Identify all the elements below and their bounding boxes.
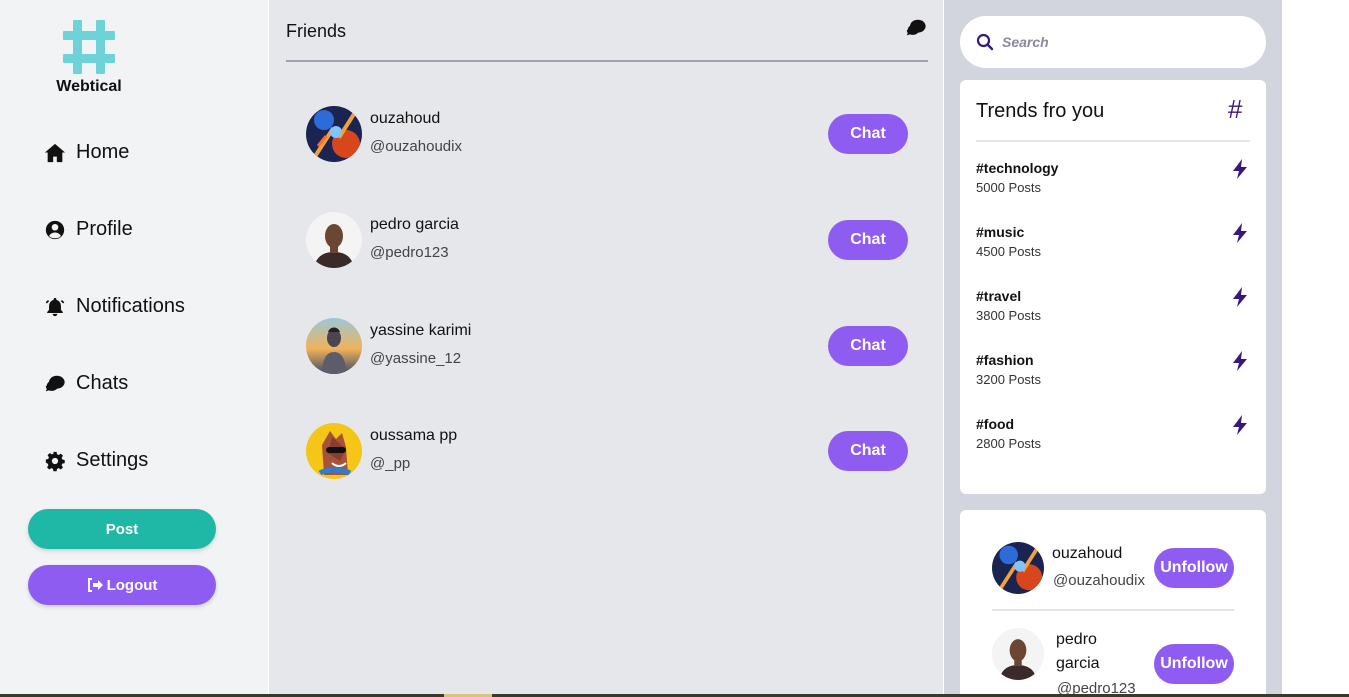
lightning-icon (1233, 415, 1247, 435)
friend-name: ouzahoud (370, 110, 441, 127)
chat-button[interactable]: Chat (828, 431, 908, 471)
nav-settings-label: Settings (76, 449, 149, 471)
trend-tag: #music (976, 224, 1025, 240)
nav-chats-label: Chats (76, 372, 129, 394)
sidebar: Webtical Home Profile Notifications Chat… (0, 0, 268, 697)
unfollow-button[interactable]: Unfollow (1154, 548, 1234, 588)
friend-row: pedro garcia @pedro123 Chat (306, 212, 908, 268)
avatar[interactable] (306, 106, 362, 162)
trend-item[interactable]: #technology 5000 Posts (976, 159, 1250, 200)
avatar[interactable] (992, 628, 1044, 680)
follow-name: ouzahoud (1052, 545, 1123, 562)
follow-handle: @ouzahoudix (1053, 572, 1145, 589)
friend-row: yassine karimi @yassine_12 Chat (306, 318, 908, 374)
nav-home-label: Home (76, 141, 130, 163)
nav-notifications[interactable]: Notifications (44, 295, 185, 318)
trends-divider (976, 140, 1250, 142)
bell-icon (45, 297, 65, 316)
trend-tag: #technology (976, 160, 1059, 176)
lightning-icon (1233, 223, 1247, 243)
lightning-icon (1233, 159, 1247, 179)
user-circle-icon (45, 220, 65, 239)
unfollow-button[interactable]: Unfollow (1154, 644, 1234, 684)
friend-row: oussama pp @_pp Chat (306, 423, 908, 479)
friend-handle: @_pp (370, 455, 411, 472)
trend-count: 3200 Posts (976, 372, 1042, 387)
nav-settings[interactable]: Settings (44, 449, 148, 472)
chat-button[interactable]: Chat (828, 114, 908, 154)
home-icon (44, 143, 66, 162)
trend-count: 3800 Posts (976, 308, 1042, 323)
avatar[interactable] (306, 318, 362, 374)
brand-name: Webtical (56, 78, 122, 95)
following-card: ouzahoud @ouzahoudix Unfollow pedro garc… (960, 510, 1266, 697)
nav-home[interactable]: Home (44, 141, 129, 164)
trend-item[interactable]: #fashion 3200 Posts (976, 351, 1250, 392)
title-divider (286, 60, 928, 62)
search-box[interactable] (960, 16, 1266, 68)
trends-card: Trends fro you # #technology 5000 Posts … (960, 80, 1266, 494)
chat-button[interactable]: Chat (828, 326, 908, 366)
trend-count: 5000 Posts (976, 180, 1042, 195)
avatar[interactable] (992, 542, 1044, 594)
trend-tag: #fashion (976, 352, 1034, 368)
trend-tag: #food (976, 416, 1015, 432)
lightning-icon (1233, 287, 1247, 307)
right-column: Trends fro you # #technology 5000 Posts … (944, 0, 1282, 697)
trend-count: 2800 Posts (976, 436, 1042, 451)
avatar[interactable] (306, 423, 362, 479)
friend-name: yassine karimi (370, 322, 472, 339)
avatar[interactable] (306, 212, 362, 268)
friend-handle: @yassine_12 (370, 350, 462, 367)
trend-item[interactable]: #music 4500 Posts (976, 223, 1250, 264)
trend-item[interactable]: #food 2800 Posts (976, 415, 1250, 456)
gear-icon (45, 451, 65, 471)
friend-name: pedro garcia (370, 216, 459, 233)
friend-handle: @pedro123 (370, 244, 449, 261)
search-input[interactable] (1002, 34, 1242, 50)
chat-bubbles-icon[interactable] (905, 17, 927, 39)
trends-title: Trends fro you (976, 100, 1105, 122)
post-button[interactable]: Post (28, 509, 216, 549)
trend-item[interactable]: #travel 3800 Posts (976, 287, 1250, 328)
friend-name: oussama pp (370, 427, 458, 444)
hashtag-logo-icon (63, 20, 115, 74)
hashtag-icon: # (1228, 94, 1243, 124)
friend-row: ouzahoud @ouzahoudix Chat (306, 106, 908, 162)
follow-divider (992, 609, 1234, 611)
page-title: Friends (286, 21, 347, 41)
nav-profile-label: Profile (76, 218, 133, 240)
chat-button[interactable]: Chat (828, 220, 908, 260)
logout-icon (87, 578, 103, 592)
nav-profile[interactable]: Profile (44, 218, 133, 241)
trend-tag: #travel (976, 288, 1022, 304)
friend-handle: @ouzahoudix (370, 138, 462, 155)
chat-bubbles-icon (45, 375, 65, 391)
search-icon (976, 33, 994, 51)
follow-name: pedro garcia (1056, 631, 1100, 672)
nav-chats[interactable]: Chats (44, 372, 128, 395)
brand-logo[interactable]: Webtical (53, 18, 125, 96)
nav-notifications-label: Notifications (76, 295, 185, 317)
logout-button[interactable]: Logout (28, 565, 216, 605)
lightning-icon (1233, 351, 1247, 371)
friends-panel: Friends ouzahoud @ouzahoudix Chat pedro … (269, 0, 943, 697)
trend-count: 4500 Posts (976, 244, 1042, 259)
logout-label: Logout (106, 576, 158, 594)
